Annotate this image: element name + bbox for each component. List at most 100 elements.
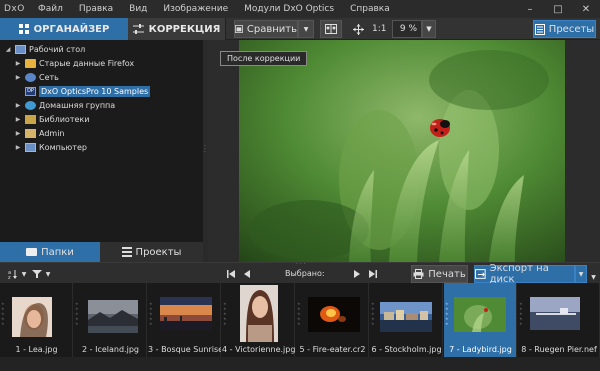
menu-file[interactable]: Файл [30, 0, 71, 18]
image-viewer[interactable]: После коррекции [208, 40, 600, 262]
tree-item-admin[interactable]: ▶ Admin [14, 126, 65, 140]
tree-item-label: Домашняя группа [39, 100, 116, 110]
skip-first-icon [227, 270, 235, 278]
last-image-button[interactable] [368, 266, 378, 282]
thumbnail-image [12, 297, 52, 337]
rating-stars-icon[interactable]: ★ ★ ★ ★ ★ [223, 301, 229, 326]
filter-dropdown-icon[interactable]: ▼ [44, 266, 52, 282]
tree-item-desktop[interactable]: ◢ Рабочий стол [4, 42, 85, 56]
menu-view[interactable]: Вид [121, 0, 155, 18]
chevron-down-icon: ▼ [578, 270, 584, 278]
export-dropdown-button[interactable]: ▼ [575, 265, 587, 283]
expand-arrow-icon[interactable]: ▶ [14, 144, 22, 151]
expand-arrow-icon[interactable]: ▶ [14, 74, 22, 81]
next-image-button[interactable] [352, 266, 362, 282]
export-icon [475, 269, 486, 279]
folder-tree-panel: ◢ Рабочий стол ▶ Старые данные Firefox ▶… [0, 40, 203, 242]
expand-arrow-icon[interactable]: ▶ [14, 116, 22, 123]
sort-button[interactable]: az [6, 266, 20, 282]
expand-arrow-icon[interactable]: ▶ [14, 102, 22, 109]
rating-stars-icon[interactable]: ★ ★ ★ ★ ★ [519, 301, 525, 326]
side-by-side-button[interactable] [320, 20, 342, 38]
previous-image-button[interactable] [242, 266, 252, 282]
close-button[interactable]: ✕ [572, 0, 600, 18]
menu-image[interactable]: Изображение [155, 0, 236, 18]
tab-folders[interactable]: Папки [0, 242, 100, 262]
thumbnail-ladybird[interactable]: ★ ★ ★ ★ ★ 7 - Ladybird.jpg [444, 283, 517, 357]
menu-dxo-modules[interactable]: Модули DxO Optics [236, 0, 342, 18]
compare-tooltip: После коррекции [220, 51, 308, 66]
menu-edit[interactable]: Правка [71, 0, 121, 18]
tree-item-label: Старые данные Firefox [39, 58, 135, 68]
skip-last-icon [369, 270, 377, 278]
thumbnail-iceland[interactable]: ★ ★ ★ ★ ★ 2 - Iceland.jpg [74, 283, 147, 357]
rating-stars-icon[interactable]: ★ ★ ★ ★ ★ [371, 301, 377, 326]
zoom-dropdown-button[interactable]: ▼ [422, 20, 436, 38]
move-tool-button[interactable] [350, 20, 366, 38]
main-toolbar: ОРГАНАЙЗЕР КОРРЕКЦИЯ Сравнить ▼ 1:1 9 % … [0, 18, 600, 40]
tab-projects[interactable]: Проекты [100, 242, 203, 262]
tree-item-label: Библиотеки [39, 114, 90, 124]
thumbnail-stockholm[interactable]: ★ ★ ★ ★ ★ 6 - Stockholm.jpg [370, 283, 443, 357]
svg-text:z: z [8, 275, 11, 279]
rating-stars-icon[interactable]: ★ ★ ★ ★ ★ [75, 301, 81, 326]
printer-icon [413, 269, 424, 279]
filter-button[interactable] [30, 266, 44, 282]
tab-correction[interactable]: КОРРЕКЦИЯ [128, 18, 226, 40]
tree-item-label: Рабочий стол [29, 44, 86, 54]
prev-icon [244, 270, 250, 278]
tree-item-firefox-data[interactable]: ▶ Старые данные Firefox [14, 56, 134, 70]
export-label: Экспорт на диск [489, 263, 549, 285]
tree-item-homegroup[interactable]: ▶ Домашняя группа [14, 98, 115, 112]
expand-arrow-icon[interactable]: ▶ [14, 60, 22, 67]
rating-stars-icon[interactable]: ★ ★ ★ ★ ★ [149, 301, 155, 326]
thumbnail-name: 1 - Lea.jpg [15, 345, 58, 354]
thumbnail-lea[interactable]: ★ ★ ★ ★ ★ 1 - Lea.jpg [0, 283, 73, 357]
minimize-button[interactable]: – [516, 0, 544, 18]
tree-item-dxo-samples[interactable]: DP DxO OpticsPro 10 Samples [14, 84, 151, 98]
selection-count-label: Выбрано: [285, 269, 325, 278]
tree-item-libraries[interactable]: ▶ Библиотеки [14, 112, 89, 126]
zoom-one-to-one-button[interactable]: 1:1 [372, 20, 386, 38]
thumbnail-bosque-sunrise[interactable]: ★★★★★ 3 - Bosque Sunrise.... [148, 283, 221, 357]
tab-correction-label: КОРРЕКЦИЯ [148, 23, 221, 35]
thumbnail-name: 4 - Victorienne.jpg [222, 345, 295, 354]
tab-organizer[interactable]: ОРГАНАЙЗЕР [0, 18, 128, 40]
print-button[interactable]: Печать [411, 265, 468, 283]
next-icon [354, 270, 360, 278]
tab-organizer-label: ОРГАНАЙЗЕР [33, 23, 110, 35]
rating-stars-icon[interactable]: ★ ★ ★ ★ ★ [297, 301, 303, 326]
chevron-down-icon: ▼ [303, 25, 309, 33]
homegroup-icon [25, 100, 36, 110]
maximize-button[interactable]: □ [544, 0, 572, 18]
tree-item-label: Сеть [39, 72, 59, 82]
tree-item-network[interactable]: ▶ Сеть [14, 70, 59, 84]
compare-dropdown-button[interactable]: ▼ [298, 20, 314, 38]
export-to-disk-button[interactable]: Экспорт на диск [474, 263, 575, 285]
menu-help[interactable]: Справка [342, 0, 398, 18]
thumbnail-victorienne[interactable]: ★ ★ ★ ★ ★ 4 - Victorienne.jpg [222, 283, 295, 357]
main-photo[interactable] [239, 40, 565, 262]
computer-icon [25, 142, 36, 152]
presets-button[interactable]: Пресеты [533, 20, 596, 38]
thumbnail-ruegen-pier[interactable]: ★ ★ ★ ★ ★ 8 - Ruegen Pier.nef [518, 283, 600, 357]
sort-dropdown-icon[interactable]: ▼ [20, 266, 28, 282]
network-icon [25, 72, 36, 82]
expanded-arrow-icon[interactable]: ◢ [4, 46, 12, 53]
expand-arrow-icon[interactable]: ▶ [14, 130, 22, 137]
sort-icon: az [8, 270, 17, 279]
sliders-icon [132, 24, 144, 34]
thumbnail-fire-eater[interactable]: ★ ★ ★ ★ ★ 5 - Fire-eater.cr2 [296, 283, 369, 357]
tree-item-computer[interactable]: ▶ Компьютер [14, 140, 87, 154]
tab-folders-label: Папки [41, 246, 74, 258]
zoom-level-field[interactable]: 9 % [392, 20, 422, 38]
rating-stars-icon[interactable]: ★ ★ ★ ★ ★ [1, 301, 7, 326]
first-image-button[interactable] [226, 266, 236, 282]
filmstrip-menu-icon[interactable]: ▼ [589, 273, 598, 281]
rating-stars-icon[interactable]: ★ ★ ★ ★ ★ [445, 301, 451, 326]
compare-label: Сравнить [246, 23, 297, 35]
compare-button[interactable]: Сравнить [234, 20, 298, 38]
filmstrip-scrollbar[interactable] [0, 357, 600, 371]
projects-icon [121, 247, 132, 257]
library-icon [25, 114, 36, 124]
